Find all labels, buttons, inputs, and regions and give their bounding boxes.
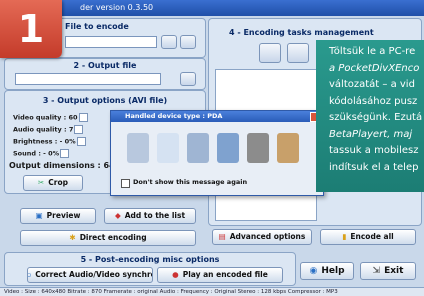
add-list-icon: ◆ <box>114 211 121 220</box>
step-number-badge: 1 <box>0 0 62 58</box>
window-title: der version 0.3.50 <box>0 0 424 16</box>
callout-line: Töltsük le a PC-re <box>329 46 416 57</box>
callout-line: változatát – a vid <box>329 79 415 90</box>
direct-encoding-icon: ✱ <box>69 233 76 242</box>
device-icon-1[interactable] <box>127 133 149 163</box>
tasks-section-title: 4 - Encoding tasks management <box>229 28 374 37</box>
video-quality-label: Video quality : 60 <box>13 113 78 122</box>
preview-button[interactable]: ▣ Preview <box>20 208 96 224</box>
audio-quality-label: Audio quality : 7 <box>13 125 74 134</box>
encode-all-label: Encode all <box>350 232 394 241</box>
advanced-options-button[interactable]: ▤ Advanced options <box>212 229 312 245</box>
advanced-options-label: Advanced options <box>229 232 306 241</box>
crop-icon: ✂ <box>37 178 45 187</box>
preview-label: Preview <box>46 211 81 220</box>
help-icon: ◉ <box>309 266 318 276</box>
help-button[interactable]: ◉ Help <box>300 262 354 280</box>
sound-label: Sound : - 0% <box>13 149 60 158</box>
video-quality-row: Video quality : 60 <box>13 113 88 122</box>
crop-label: Crop <box>48 178 69 187</box>
post-encoding-section-title: 5 - Post-encoding misc options <box>80 255 220 264</box>
exit-label: Exit <box>384 266 404 276</box>
callout-line: kódolásához pusz <box>329 95 418 107</box>
callout-line: szükségünk. Ezutá <box>329 112 423 123</box>
device-icon-3[interactable] <box>187 133 209 163</box>
help-label: Help <box>321 266 345 276</box>
dialog-title: Handled device type : PDA <box>125 112 223 120</box>
exit-button[interactable]: ⇲ Exit <box>360 262 416 280</box>
encode-all-button[interactable]: ▮ Encode all <box>320 229 416 245</box>
callout-line: indítsuk el a telep <box>329 161 419 173</box>
device-icon-6[interactable] <box>277 133 299 163</box>
task-tool-button-1[interactable] <box>259 43 281 63</box>
input-file-field[interactable] <box>65 36 157 48</box>
callout-line: a PocketDivXEnco <box>329 62 420 74</box>
audio-quality-stepper[interactable] <box>74 125 84 134</box>
crop-button[interactable]: ✂ Crop <box>23 175 83 191</box>
post-encoding-panel: 5 - Post-encoding misc options ▭ Correct… <box>4 252 296 286</box>
video-quality-stepper[interactable] <box>78 113 88 122</box>
play-icon: ● <box>172 270 179 279</box>
brightness-row: Brightness : - 0% <box>13 137 86 146</box>
output-file-field[interactable] <box>15 73 161 85</box>
encode-all-icon: ▮ <box>342 232 347 241</box>
sound-row: Sound : - 0% <box>13 149 70 158</box>
device-icon-4[interactable] <box>217 133 239 163</box>
browse-input-button[interactable] <box>161 35 177 49</box>
play-encoded-button[interactable]: ● Play an encoded file <box>157 267 283 283</box>
output-dimensions: Output dimensions : 640 <box>9 161 121 170</box>
preview-icon: ▣ <box>35 211 43 220</box>
output-section-title: 2 - Output file <box>73 61 137 70</box>
browse-output-button[interactable] <box>180 72 196 86</box>
brightness-label: Brightness : - 0% <box>13 137 76 146</box>
audio-quality-row: Audio quality : 7 <box>13 125 84 134</box>
dont-show-label: Don't show this message again <box>133 178 248 186</box>
direct-encoding-button[interactable]: ✱ Direct encoding <box>20 230 196 246</box>
correct-av-sync-button[interactable]: ▭ Correct Audio/Video synchro <box>27 267 153 283</box>
input-info-button[interactable] <box>180 35 196 49</box>
sound-stepper[interactable] <box>60 149 70 158</box>
device-icon-2[interactable] <box>157 133 179 163</box>
av-sync-icon: ▭ <box>28 268 31 282</box>
callout-line: tassuk a mobilesz <box>329 145 419 156</box>
exit-icon: ⇲ <box>372 266 381 276</box>
article-callout: Töltsük le a PC-re a PocketDivXEnco vált… <box>316 40 424 192</box>
add-to-list-button[interactable]: ◆ Add to the list <box>104 208 196 224</box>
direct-encoding-label: Direct encoding <box>79 233 147 242</box>
input-section-title: File to encode <box>65 22 129 31</box>
play-encoded-label: Play an encoded file <box>182 270 268 279</box>
correct-av-label: Correct Audio/Video synchro <box>35 270 153 279</box>
advanced-options-icon: ▤ <box>218 232 226 241</box>
output-panel: 2 - Output file <box>4 58 206 90</box>
status-bar: Video : Size : 640x480 Bitrate : 870 Fra… <box>0 287 424 296</box>
add-list-label: Add to the list <box>124 211 186 220</box>
dialog-titlebar: Handled device type : PDA <box>111 111 323 122</box>
options-section-title: 3 - Output options (AVI file) <box>42 96 168 105</box>
dont-show-checkbox[interactable] <box>121 179 130 188</box>
callout-line: BetaPlayert, maj <box>329 128 413 140</box>
task-tool-button-2[interactable] <box>287 43 309 63</box>
app-window: der version 0.3.50 1 File to encode 2 - … <box>0 0 424 296</box>
device-icon-5[interactable] <box>247 133 269 163</box>
brightness-stepper[interactable] <box>76 137 86 146</box>
device-type-dialog: Handled device type : PDA Don't show thi… <box>110 110 324 196</box>
